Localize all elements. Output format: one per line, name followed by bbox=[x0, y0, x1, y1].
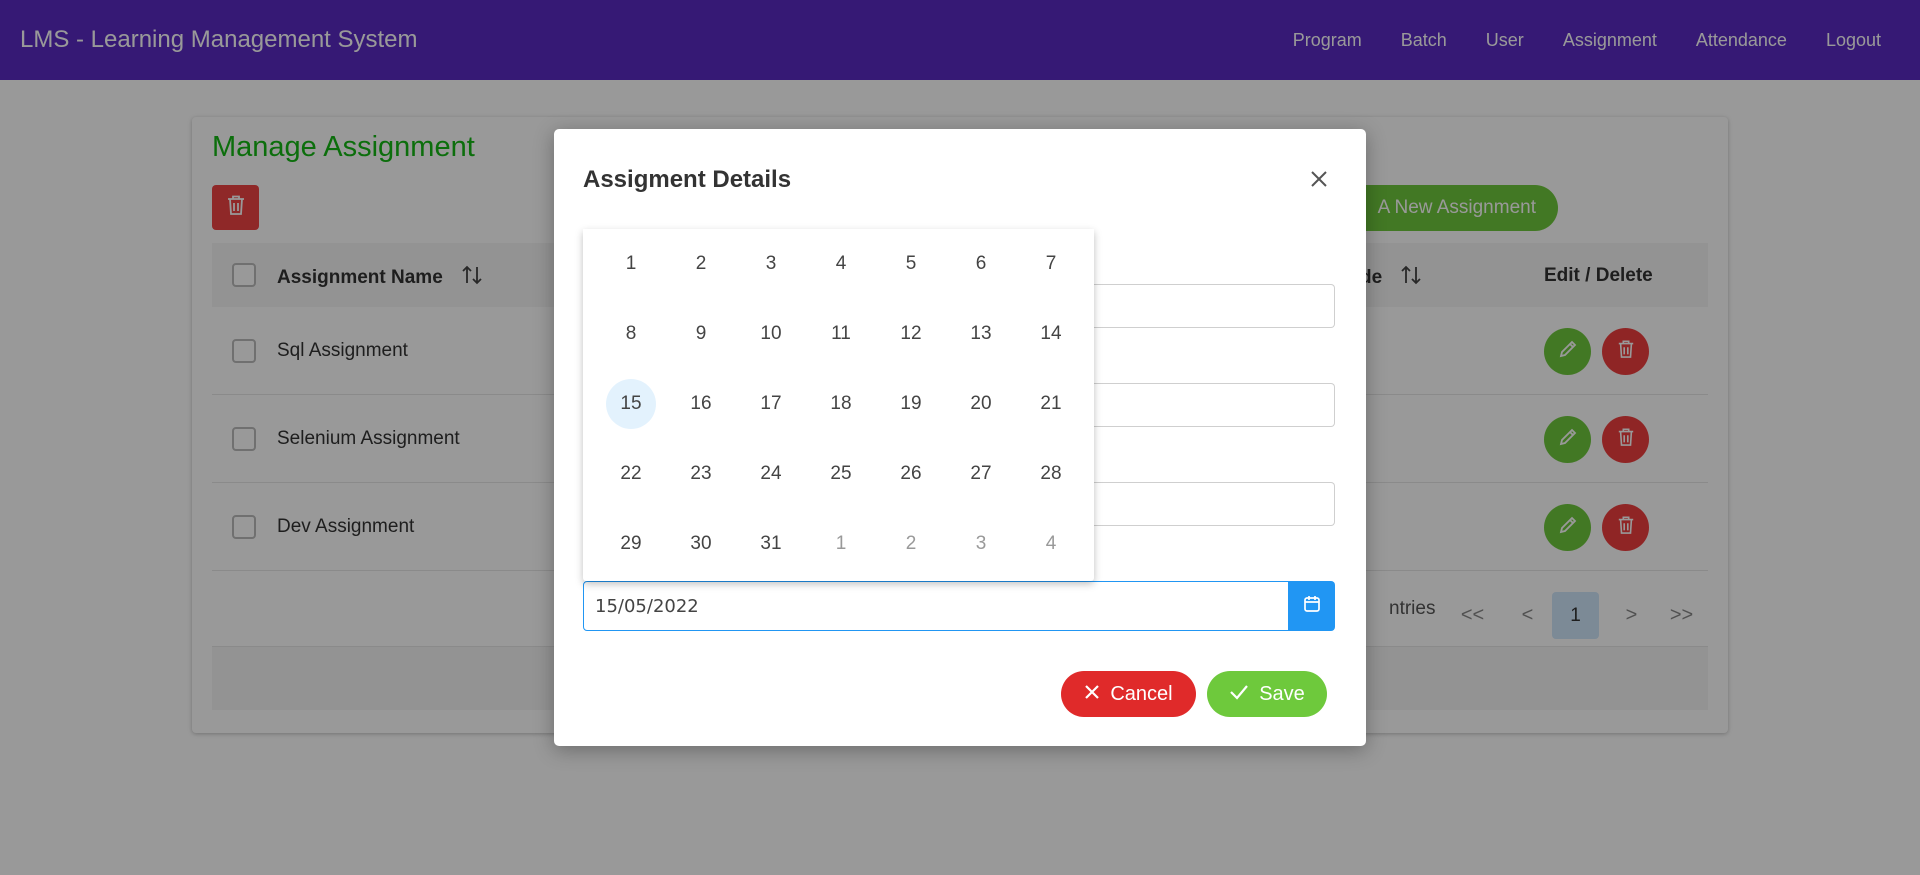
calendar-day-number: 8 bbox=[625, 323, 637, 344]
date-picker-panel: 1 2 3 4 5 6 7 8 9 10 11 12 13 14 15 16 17 18 19 20 21 22 23 24 2… bbox=[583, 229, 1094, 581]
calendar-day[interactable]: 19 bbox=[876, 369, 946, 439]
calendar-day[interactable]: 18 bbox=[806, 369, 876, 439]
calendar-day[interactable]: 29 bbox=[596, 509, 666, 579]
calendar-day-number: 17 bbox=[760, 393, 782, 414]
assignment-details-dialog: Assigment Details 15/05/2022 1 2 3 4 5 6 7 8 9 10… bbox=[554, 129, 1366, 746]
calendar-day-number: 2 bbox=[695, 253, 707, 274]
calendar-day-number: 3 bbox=[765, 253, 777, 274]
calendar-day[interactable]: 31 bbox=[736, 509, 806, 579]
calendar-day-number: 19 bbox=[900, 393, 922, 414]
calendar-day[interactable]: 24 bbox=[736, 439, 806, 509]
calendar-icon bbox=[1302, 594, 1322, 619]
calendar-day[interactable]: 5 bbox=[876, 229, 946, 299]
calendar-day-number: 1 bbox=[835, 533, 847, 554]
calendar-day-number: 16 bbox=[690, 393, 712, 414]
save-button[interactable]: Save bbox=[1207, 671, 1327, 717]
calendar-day-selected[interactable]: 15 bbox=[596, 369, 666, 439]
calendar-day[interactable]: 22 bbox=[596, 439, 666, 509]
calendar-day[interactable]: 9 bbox=[666, 299, 736, 369]
calendar-day-number: 4 bbox=[1045, 533, 1057, 554]
calendar-day[interactable]: 26 bbox=[876, 439, 946, 509]
calendar-day-number: 6 bbox=[975, 253, 987, 274]
calendar-day-number: 20 bbox=[970, 393, 992, 414]
calendar-day[interactable]: 30 bbox=[666, 509, 736, 579]
calendar-day-next-month[interactable]: 4 bbox=[1016, 509, 1086, 579]
calendar-day-number: 5 bbox=[905, 253, 917, 274]
calendar-day[interactable]: 2 bbox=[666, 229, 736, 299]
calendar-day-number: 10 bbox=[760, 323, 782, 344]
calendar-day[interactable]: 20 bbox=[946, 369, 1016, 439]
calendar-day-number: 28 bbox=[1040, 463, 1062, 484]
due-date-input[interactable]: 15/05/2022 bbox=[583, 581, 1289, 631]
calendar-day[interactable]: 10 bbox=[736, 299, 806, 369]
calendar-day-number: 26 bbox=[900, 463, 922, 484]
dialog-title: Assigment Details bbox=[583, 166, 792, 193]
calendar-day-next-month[interactable]: 2 bbox=[876, 509, 946, 579]
assignment-field-2[interactable] bbox=[1094, 383, 1335, 427]
calendar-day-number: 22 bbox=[620, 463, 642, 484]
check-icon bbox=[1229, 683, 1249, 706]
calendar-day-next-month[interactable]: 1 bbox=[806, 509, 876, 579]
close-icon bbox=[1310, 170, 1328, 193]
calendar-day-grid: 1 2 3 4 5 6 7 8 9 10 11 12 13 14 15 16 17 18 19 20 21 22 23 24 2… bbox=[596, 229, 1086, 579]
calendar-day-number: 31 bbox=[760, 533, 782, 554]
close-dialog-button[interactable] bbox=[1305, 167, 1333, 195]
calendar-day[interactable]: 3 bbox=[736, 229, 806, 299]
calendar-day[interactable]: 13 bbox=[946, 299, 1016, 369]
calendar-day[interactable]: 1 bbox=[596, 229, 666, 299]
calendar-day[interactable]: 25 bbox=[806, 439, 876, 509]
calendar-day[interactable]: 7 bbox=[1016, 229, 1086, 299]
calendar-day[interactable]: 16 bbox=[666, 369, 736, 439]
calendar-day-number: 14 bbox=[1040, 323, 1062, 344]
calendar-day-number: 12 bbox=[900, 323, 922, 344]
calendar-day-number: 27 bbox=[970, 463, 992, 484]
calendar-day-number: 29 bbox=[620, 533, 642, 554]
calendar-day-number: 21 bbox=[1040, 393, 1062, 414]
cancel-label: Cancel bbox=[1110, 682, 1173, 705]
calendar-day[interactable]: 11 bbox=[806, 299, 876, 369]
calendar-day[interactable]: 28 bbox=[1016, 439, 1086, 509]
calendar-day-number: 18 bbox=[830, 393, 852, 414]
calendar-day-number: 25 bbox=[830, 463, 852, 484]
calendar-day-next-month[interactable]: 3 bbox=[946, 509, 1016, 579]
calendar-day-number: 24 bbox=[760, 463, 782, 484]
x-icon bbox=[1084, 683, 1100, 706]
calendar-day[interactable]: 27 bbox=[946, 439, 1016, 509]
calendar-day-number: 11 bbox=[831, 323, 851, 344]
calendar-day[interactable]: 17 bbox=[736, 369, 806, 439]
calendar-day-number: 1 bbox=[625, 253, 637, 274]
calendar-day-number: 30 bbox=[690, 533, 712, 554]
calendar-day[interactable]: 23 bbox=[666, 439, 736, 509]
calendar-toggle-button[interactable] bbox=[1289, 581, 1335, 631]
calendar-day-number: 9 bbox=[695, 323, 707, 344]
calendar-day-number: 3 bbox=[975, 533, 987, 554]
calendar-day-number: 15 bbox=[606, 379, 656, 429]
calendar-day[interactable]: 8 bbox=[596, 299, 666, 369]
calendar-day[interactable]: 14 bbox=[1016, 299, 1086, 369]
calendar-day-number: 4 bbox=[835, 253, 847, 274]
assignment-field-3[interactable] bbox=[1094, 482, 1335, 526]
calendar-day[interactable]: 12 bbox=[876, 299, 946, 369]
calendar-day-number: 7 bbox=[1045, 253, 1057, 274]
calendar-day-number: 2 bbox=[905, 533, 917, 554]
due-date-value: 15/05/2022 bbox=[595, 595, 699, 617]
cancel-button[interactable]: Cancel bbox=[1061, 671, 1196, 717]
save-label: Save bbox=[1259, 682, 1305, 705]
calendar-day-number: 23 bbox=[690, 463, 712, 484]
calendar-day[interactable]: 4 bbox=[806, 229, 876, 299]
calendar-day-number: 13 bbox=[970, 323, 992, 344]
calendar-day[interactable]: 21 bbox=[1016, 369, 1086, 439]
assignment-field-1[interactable] bbox=[1094, 284, 1335, 328]
calendar-day[interactable]: 6 bbox=[946, 229, 1016, 299]
